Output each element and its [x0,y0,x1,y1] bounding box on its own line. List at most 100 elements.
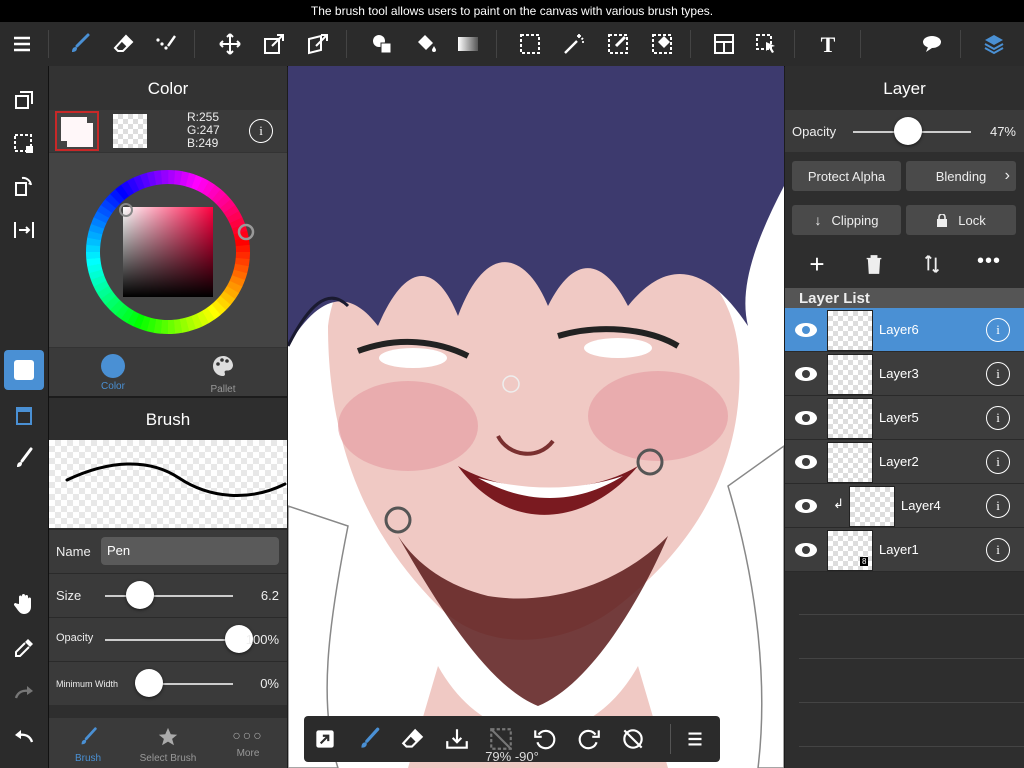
rotate-layer-icon[interactable] [4,166,44,206]
size-slider-track[interactable] [105,595,233,597]
layer-info-icon[interactable]: i [986,538,1010,562]
brush-tool-icon[interactable] [60,22,100,66]
duplicate-icon[interactable] [4,80,44,120]
layer-info-icon[interactable]: i [986,318,1010,342]
layer-info-icon[interactable]: i [986,406,1010,430]
protect-alpha-button[interactable]: Protect Alpha [792,161,901,191]
brush-name-field[interactable]: Pen [101,537,279,565]
brush-size-row: Size 6.2 [49,573,287,617]
layer-info-icon[interactable]: i [986,494,1010,518]
canvas-eraser-icon[interactable] [400,726,426,752]
menu-icon[interactable] [2,22,42,66]
tab-more[interactable]: ○○○ More [223,726,273,759]
canvas-menu-icon[interactable] [682,726,708,752]
layer-name: Layer5 [879,410,919,425]
layer-name: Layer1 [879,542,919,557]
paint-bucket-icon[interactable] [406,22,446,66]
primary-color-swatch[interactable] [55,111,99,151]
reorder-layers-icon[interactable] [921,253,943,275]
layer-row[interactable]: Layer3 i [785,352,1024,396]
tab-pallet[interactable]: Pallet [199,354,247,395]
clipping-button[interactable]: ↓ Clipping [792,205,901,235]
text-tool-icon[interactable]: T [808,22,848,66]
layer-row[interactable]: Layer6 i [785,308,1024,352]
layer-list: Layer6 i Layer3 i Layer5 i Layer2 i ↲ Layer4 i 8 Lay… [785,308,1024,768]
select-eraser-icon[interactable] [642,22,682,66]
magic-wand-icon[interactable] [554,22,594,66]
tab-color[interactable]: Color [89,354,137,392]
select-pen-icon[interactable] [598,22,638,66]
visibility-eye-icon[interactable] [793,449,819,475]
size-slider-knob[interactable] [125,581,154,609]
undo-icon[interactable] [4,716,44,756]
import-icon[interactable] [444,726,470,752]
color-panel: Color R:255 G:247 B:249 i Color Pallet [49,66,287,396]
color-tabs: Color Pallet [49,348,287,396]
color-info-icon[interactable]: i [249,119,273,143]
layer-row[interactable]: Layer2 i [785,440,1024,484]
tab-select-brush[interactable]: Select Brush [133,726,203,764]
select-rect-icon[interactable] [510,22,550,66]
tab-brush[interactable]: Brush [63,726,113,764]
color-swatch-toggle[interactable] [4,350,44,390]
lock-button[interactable]: Lock [906,205,1016,235]
free-transform-icon[interactable] [298,22,338,66]
layer-row[interactable]: 8 Layer1 i [785,528,1024,572]
visibility-eye-icon[interactable] [793,537,819,563]
secondary-color-swatch[interactable] [113,114,147,148]
layer-opacity-knob[interactable] [894,117,923,145]
layer-window-icon[interactable] [4,396,44,436]
layer-row[interactable]: Layer5 i [785,396,1024,440]
palette-icon [213,355,233,376]
hand-tool-icon[interactable] [4,584,44,624]
clipping-arrow-icon: ↓ [814,212,822,228]
move-tool-icon[interactable] [210,22,250,66]
redo-icon[interactable] [4,672,44,712]
layer-info-icon[interactable]: i [986,362,1010,386]
dot-brush-icon[interactable] [146,22,186,66]
brush-window-icon[interactable] [4,438,44,478]
opacity-slider-track[interactable] [105,639,233,641]
lock-icon [937,213,948,227]
artwork-image [288,66,784,768]
visibility-eye-icon[interactable] [793,361,819,387]
rgb-readout: R:255 G:247 B:249 [187,110,220,150]
eraser-tool-icon[interactable] [104,22,144,66]
trash-icon[interactable] [863,253,885,275]
reset-rotation-icon[interactable] [620,726,646,752]
comment-bubble-icon[interactable] [912,22,952,66]
brush-tabs: Brush Select Brush ○○○ More [49,718,287,768]
visibility-eye-icon[interactable] [793,405,819,431]
visibility-eye-icon[interactable] [793,493,819,519]
canvas-brush-icon[interactable] [356,726,382,752]
minwidth-slider-knob[interactable] [135,669,163,697]
layer-name: Layer3 [879,366,919,381]
gradient-icon[interactable] [448,22,488,66]
blending-label: Blending [935,168,987,184]
color-swatch-row: R:255 G:247 B:249 i [49,110,287,152]
visibility-eye-icon[interactable] [793,317,819,343]
layer-thumbnail [827,354,873,395]
select-operation-icon[interactable] [746,22,786,66]
layer-actions-row: + ••• [785,244,1024,286]
brush-opacity-row: Opacity 100% [49,617,287,661]
add-layer-icon[interactable]: + [805,251,829,277]
brush-preview [49,440,287,528]
eyedropper-icon[interactable] [4,628,44,668]
quick-action-icon[interactable] [312,726,338,752]
transform-icon[interactable] [254,22,294,66]
drawing-canvas[interactable] [288,66,784,768]
blending-button[interactable]: Blending › [906,161,1016,191]
select-layer-icon[interactable] [4,124,44,164]
layer-panel: Layer Opacity 47% Protect Alpha Blending… [785,66,1024,768]
layer-info-icon[interactable]: i [986,450,1010,474]
layers-icon[interactable] [974,22,1014,66]
fill-shape-icon[interactable] [362,22,402,66]
layer-row[interactable]: ↲ Layer4 i [785,484,1024,528]
flip-horizontal-icon[interactable] [4,210,44,250]
layer-thumbnail [827,310,873,351]
rotate-right-icon[interactable] [576,726,602,752]
color-wheel[interactable] [78,162,258,342]
more-options-icon[interactable]: ••• [977,250,1001,273]
frame-divider-icon[interactable] [704,22,744,66]
